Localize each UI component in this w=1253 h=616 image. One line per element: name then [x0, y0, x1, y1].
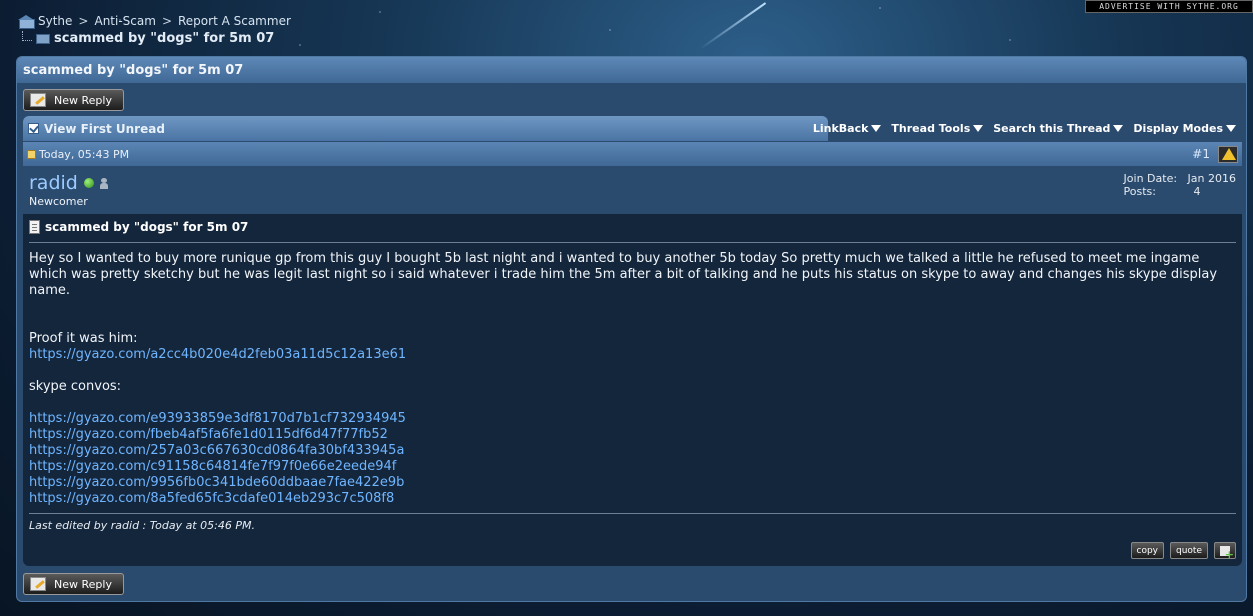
post-title: scammed by "dogs" for 5m 07 [29, 220, 1236, 243]
user-info: Join Date: Jan 2016 Posts: 4 [1124, 172, 1236, 198]
online-status-icon [83, 178, 94, 188]
menu-linkback-label: LinkBack [812, 122, 869, 135]
post-username[interactable]: radid [29, 172, 78, 194]
folder-icon [36, 33, 50, 44]
join-date-value: Jan 2016 [1187, 172, 1236, 185]
dropdown-arrow-icon [871, 125, 882, 132]
post-number-link[interactable]: #1 [1192, 147, 1210, 161]
thread-menus: LinkBack Thread Tools Search this Thread… [813, 116, 1242, 141]
view-first-unread-label: View First Unread [44, 121, 165, 136]
user-profile-icon[interactable] [99, 177, 108, 189]
posts-label: Posts: [1123, 185, 1156, 198]
proof-label: Proof it was him: [29, 331, 138, 346]
post-new-icon [27, 149, 36, 159]
post-date: Today, 05:43 PM [39, 147, 130, 161]
proof-link[interactable]: https://gyazo.com/a2cc4b020e4d2feb03a11d… [29, 347, 1236, 363]
post-text-intro: Hey so I wanted to buy more runique gp f… [29, 251, 1218, 298]
posts-count: 4 [1193, 185, 1201, 198]
thread-tools-bar: View First Unread LinkBack Thread Tools … [23, 116, 1242, 141]
multiquote-button[interactable] [1214, 542, 1236, 561]
breadcrumb-current-thread: scammed by "dogs" for 5m 07 [54, 31, 275, 46]
dropdown-arrow-icon [973, 125, 984, 132]
dropdown-arrow-icon [1113, 125, 1124, 132]
tree-connector [22, 30, 32, 41]
post-message: Hey so I wanted to buy more runique gp f… [29, 251, 1236, 507]
post-container: Today, 05:43 PM #1 radid Newcomer Join D… [23, 142, 1242, 566]
menu-thread-tools-label: Thread Tools [891, 122, 971, 135]
breadcrumb-link-report-a-scammer[interactable]: Report A Scammer [178, 14, 291, 28]
last-edited-note: Last edited by radid : Today at 05:46 PM… [29, 513, 1236, 532]
report-post-icon[interactable] [1218, 145, 1238, 163]
breadcrumb-link-sythe[interactable]: Sythe [38, 14, 72, 28]
user-title: Newcomer [29, 195, 88, 208]
thread-panel: scammed by "dogs" for 5m 07 New Reply Vi… [16, 56, 1247, 602]
gyazo-link[interactable]: https://gyazo.com/e93933859e3df8170d7b1c… [29, 411, 1236, 427]
breadcrumb: Sythe > Anti-Scam > Report A Scammer sca… [18, 14, 291, 46]
menu-thread-tools[interactable]: Thread Tools [891, 122, 984, 135]
new-reply-label: New Reply [54, 93, 112, 107]
menu-search-thread[interactable]: Search this Thread [993, 122, 1124, 135]
document-icon [29, 220, 40, 234]
view-first-unread-link[interactable]: View First Unread [23, 116, 828, 141]
breadcrumb-link-anti-scam[interactable]: Anti-Scam [94, 14, 155, 28]
post-title-text: scammed by "dogs" for 5m 07 [45, 220, 249, 234]
menu-display-modes[interactable]: Display Modes [1133, 122, 1236, 135]
breadcrumb-separator: > [161, 14, 172, 28]
quote-button[interactable]: quote [1170, 542, 1208, 559]
breadcrumb-separator: > [78, 14, 89, 28]
forum-home-icon[interactable] [18, 15, 35, 29]
multiquote-icon [1220, 545, 1234, 561]
gyazo-link[interactable]: https://gyazo.com/257a03c667630cd0864fa3… [29, 443, 1236, 459]
copy-button[interactable]: copy [1130, 542, 1164, 559]
post-body: scammed by "dogs" for 5m 07 Hey so I wan… [23, 214, 1242, 538]
new-reply-button-bottom[interactable]: New Reply [23, 573, 124, 595]
post-actions: copy quote [1130, 542, 1236, 561]
checkbox-icon [28, 123, 39, 134]
gyazo-link[interactable]: https://gyazo.com/8a5fed65fc3cdafe014eb2… [29, 491, 1236, 507]
gyazo-link[interactable]: https://gyazo.com/9956fb0c341bde60ddbaae… [29, 475, 1236, 491]
dropdown-arrow-icon [1226, 125, 1236, 132]
join-date-label: Join Date: [1123, 172, 1178, 185]
menu-search-thread-label: Search this Thread [993, 122, 1111, 135]
pencil-icon [30, 93, 46, 107]
new-reply-label: New Reply [54, 577, 112, 591]
post-userbar: radid Newcomer Join Date: Jan 2016 Posts:… [23, 166, 1242, 214]
new-reply-button-top[interactable]: New Reply [23, 89, 124, 111]
post-meta-bar: Today, 05:43 PM #1 [23, 142, 1242, 166]
menu-display-modes-label: Display Modes [1133, 122, 1223, 135]
background-comet [699, 2, 767, 50]
pencil-icon [30, 577, 46, 591]
menu-linkback[interactable]: LinkBack [813, 122, 882, 135]
skype-convos-label: skype convos: [29, 379, 122, 394]
gyazo-link[interactable]: https://gyazo.com/fbeb4af5fa6fe1d0115df6… [29, 427, 1236, 443]
thread-title: scammed by "dogs" for 5m 07 [17, 57, 1246, 83]
advertise-banner[interactable]: ADVERTISE WITH SYTHE.ORG [1085, 0, 1253, 13]
gyazo-link[interactable]: https://gyazo.com/c91158c64814fe7f97f0e6… [29, 459, 1236, 475]
